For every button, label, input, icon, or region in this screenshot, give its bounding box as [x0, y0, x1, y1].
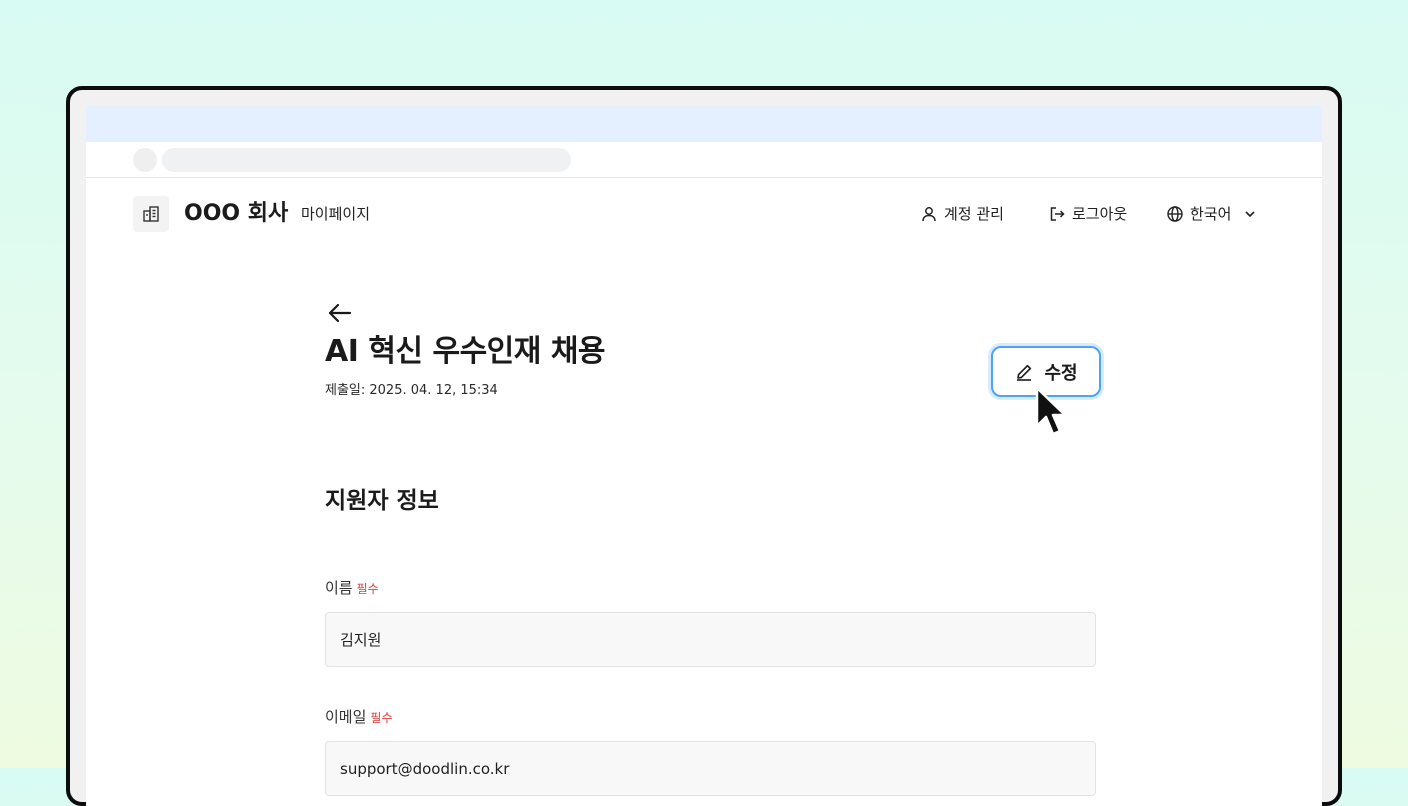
- chevron-down-icon: [1245, 211, 1255, 218]
- page-title: AI 혁신 우수인재 채용: [325, 334, 606, 369]
- name-label-text: 이름: [325, 579, 353, 597]
- app-header: OOO 회사 마이페이지 계정 관리 로그아웃 한국어: [86, 178, 1322, 250]
- globe-icon: [1167, 206, 1183, 222]
- back-button[interactable]: [325, 300, 355, 326]
- browser-url-bar[interactable]: [162, 148, 571, 172]
- mypage-label[interactable]: 마이페이지: [301, 204, 370, 224]
- browser-tab-strip: [86, 106, 1322, 142]
- arrow-left-icon: [328, 303, 352, 323]
- browser-address-bar-area: [86, 142, 1322, 178]
- edit-label: 수정: [1044, 362, 1078, 384]
- mouse-cursor-icon: [1035, 386, 1067, 436]
- company-name[interactable]: OOO 회사: [184, 200, 288, 228]
- building-icon: [143, 206, 159, 222]
- pencil-icon: [1017, 364, 1032, 381]
- applicant-info-heading: 지원자 정보: [325, 488, 439, 514]
- language-label: 한국어: [1190, 205, 1232, 223]
- logout-icon: [1050, 207, 1065, 221]
- email-field-label: 이메일 필수: [325, 707, 393, 728]
- email-field[interactable]: support@doodlin.co.kr: [325, 741, 1096, 796]
- laptop-frame: OOO 회사 마이페이지 계정 관리 로그아웃 한국어 AI 혁신 우수인재 채…: [66, 86, 1342, 806]
- submitted-date: 제출일: 2025. 04. 12, 15:34: [325, 383, 498, 398]
- company-logo[interactable]: [133, 196, 169, 232]
- account-settings-label: 계정 관리: [944, 205, 1004, 223]
- account-settings-link[interactable]: 계정 관리: [920, 204, 1004, 224]
- name-field[interactable]: 김지원: [325, 612, 1096, 667]
- language-selector[interactable]: 한국어: [1166, 204, 1257, 224]
- browser-favicon-placeholder: [133, 148, 157, 172]
- logout-label: 로그아웃: [1072, 205, 1128, 223]
- user-icon: [922, 207, 936, 222]
- email-label-text: 이메일: [325, 708, 367, 726]
- logout-link[interactable]: 로그아웃: [1048, 204, 1127, 224]
- browser-window: OOO 회사 마이페이지 계정 관리 로그아웃 한국어 AI 혁신 우수인재 채…: [86, 106, 1322, 806]
- required-badge: 필수: [370, 711, 393, 725]
- required-badge: 필수: [356, 582, 379, 596]
- name-field-label: 이름 필수: [325, 578, 379, 599]
